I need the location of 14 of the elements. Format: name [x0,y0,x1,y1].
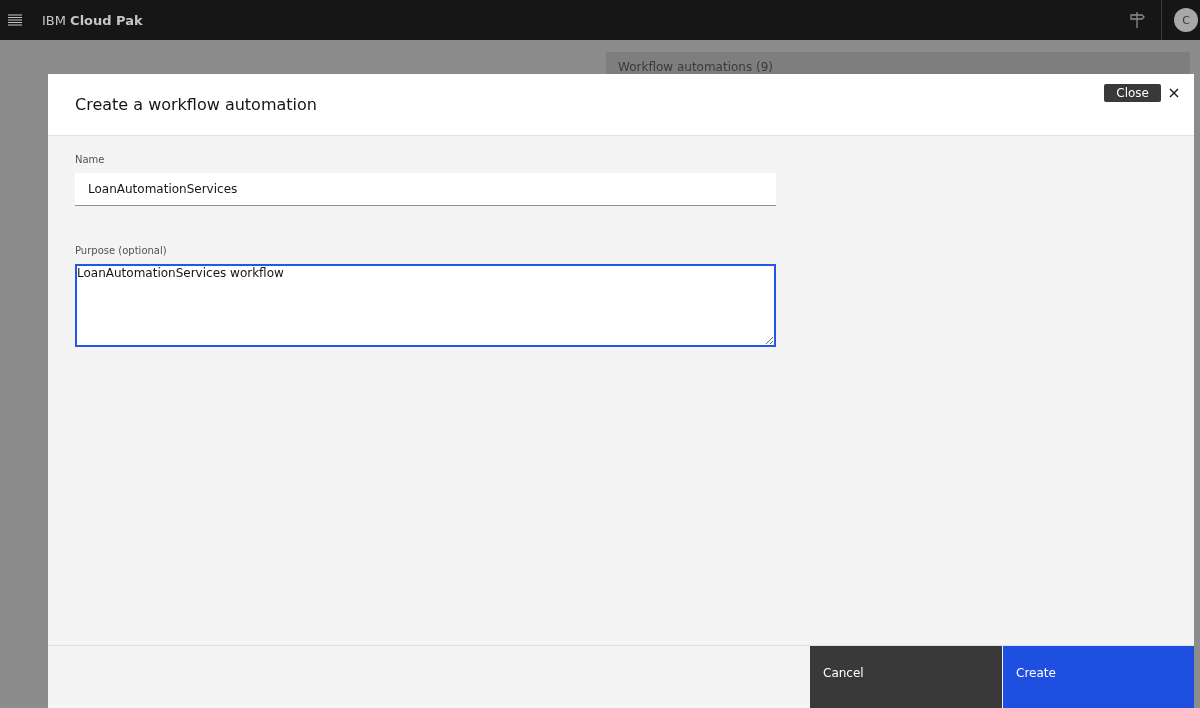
cancel-button[interactable]: Cancel [810,646,1002,708]
modal-title: Create a workflow automation [75,95,317,114]
purpose-textarea[interactable]: LoanAutomationServices workflow [75,264,776,347]
close-tooltip: Close [1104,84,1161,102]
panel-title: Workflow automations (9) [618,60,773,74]
menu-icon[interactable] [8,14,22,26]
name-input[interactable]: LoanAutomationServices [75,173,776,206]
user-avatar[interactable]: C [1174,8,1198,32]
signpost-icon[interactable] [1129,11,1145,29]
brand-name: IBM Cloud Pak [42,12,143,28]
field-label: Purpose (optional) [75,245,168,256]
field-label: Name [75,154,106,165]
close-icon[interactable] [1169,88,1179,98]
create-button[interactable]: Create [1003,646,1194,708]
